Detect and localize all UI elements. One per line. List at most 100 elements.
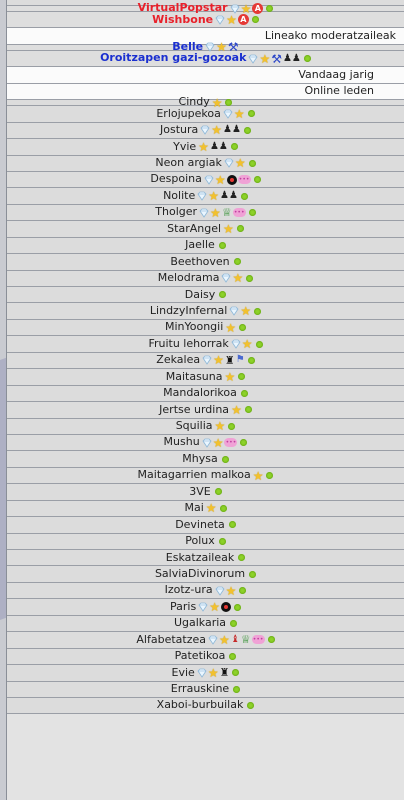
member-badges: ★ [230,338,263,350]
member-name-link[interactable]: LindzyInfernal [150,303,227,319]
member-name-link[interactable]: Mai [184,500,203,516]
member-badges [216,291,227,299]
member-name-link[interactable]: Jaelle [185,237,215,253]
online-dot-icon [240,192,248,200]
online-member-row: Patetikoa [7,648,404,666]
member-badges: ★ ♜ [196,667,240,679]
member-name-link[interactable]: Eskatzaileak [166,550,234,566]
people-icon: ♟♟ [219,190,238,202]
online-dot-icon [251,16,259,24]
member-name-link[interactable]: Devineta [175,517,225,533]
star-icon: ★ [214,419,226,434]
chat-bubble-icon: ••• [251,635,265,645]
online-dot-icon [248,159,256,167]
star-icon: ★ [209,600,220,615]
member-badges [235,554,246,562]
member-badges [231,258,241,266]
member-name-link[interactable]: Erlojupekoa [156,106,221,122]
member-name-link[interactable]: Evie [172,665,195,681]
member-name-link[interactable]: 3VE [189,484,210,500]
member-badges [226,521,236,529]
gavel-icon: ⚒ [271,51,282,66]
online-member-row: Nolite ★ ♟♟ [7,188,404,205]
member-name-link[interactable]: Melodrama [158,270,220,286]
member-badges [216,241,226,249]
online-dot-icon [214,488,222,496]
diamond-icon [224,158,234,168]
member-name-link[interactable]: Jertse urdina [159,402,229,418]
star-icon: ★ [212,435,224,450]
member-name-link[interactable]: Mandalorikoa [163,385,237,401]
member-badges [216,537,226,545]
member-name-link[interactable]: Jostura [160,122,198,138]
member-name-link[interactable]: Fruitu lehorrak [148,336,228,352]
member-name-link[interactable]: Paris [170,599,196,615]
member-name-link[interactable]: Nolite [163,188,195,204]
online-members-list: Cindy ★ Erlojupekoa ★ Jostura ★ ♟♟ Yvie ★ ♟♟ Neon … [7,95,404,715]
member-name-link[interactable]: Alfabetatzea [136,632,206,648]
member-name-link[interactable]: Patetikoa [175,648,226,664]
star-icon: ★ [214,172,226,187]
admin-icon: A [237,14,249,26]
online-dot-icon [240,439,248,447]
star-icon: ★ [205,501,217,516]
online-dot-icon [233,685,241,693]
member-name-link[interactable]: Beethoven [170,254,229,270]
member-name-link[interactable]: Oroitzapen gazi-gozoak [100,50,246,66]
online-dot-icon [243,126,251,134]
member-name-link[interactable]: Wishbone [152,12,213,28]
member-badges: ★ [197,601,241,613]
member-name-link[interactable]: Squilia [176,418,213,434]
member-name-link[interactable]: Polux [185,533,215,549]
member-name-link[interactable]: Zekalea [156,352,200,368]
chat-bubble-icon: ••• [232,208,246,218]
member-name-link[interactable]: SalviaDivinorum [155,566,245,582]
online-member-row: Melodrama ★ [7,270,404,287]
online-member-row: Errauskine [7,681,404,698]
guard-icon: ♝ [230,633,240,645]
chess-icon: ♜ [219,666,230,680]
member-name-link[interactable]: StarAngel [167,221,221,237]
member-name-link[interactable]: MinYoongii [165,319,223,335]
online-header-label: Online leden [304,84,374,98]
member-name-link[interactable]: Maitagarrien malkoa [138,467,251,483]
member-badges: ★ [228,305,262,317]
diamond-icon [197,668,207,678]
member-name-link[interactable]: Ugalkaria [174,615,226,631]
member-name-link[interactable]: Mushu [164,434,200,450]
member-name-link[interactable]: Yvie [173,139,196,155]
online-dot-icon [244,406,252,414]
online-dot-icon [218,537,226,545]
member-name-link[interactable]: Xaboi-burbuilak [157,697,244,713]
member-name-link[interactable]: Izotz-ura [165,582,213,598]
moderator-row: Oroitzapen gazi-gozoak ★ ⚒ ♟♟ [7,50,404,68]
member-badges: ★ [214,585,247,597]
online-dot-icon [247,110,255,118]
star-icon: ★ [198,139,209,154]
diamond-icon [215,586,225,596]
chat-bubble-icon: ••• [237,175,251,185]
member-badges: ★ [252,470,274,482]
member-name-link[interactable]: Errauskine [171,681,229,697]
online-dot-icon [255,340,263,348]
member-badges: ★ A [214,14,259,26]
online-dot-icon [238,554,246,562]
member-badges [238,389,248,397]
diamond-icon [230,4,240,14]
online-member-row: Erlojupekoa ★ [7,106,404,123]
star-icon: ★ [207,665,219,680]
online-member-row: Xaboi-burbuilak [7,697,404,715]
member-name-link[interactable]: Tholger [155,204,197,220]
online-member-row: Maitagarrien malkoa ★ [7,467,404,485]
member-name-link[interactable]: Despoina [150,171,201,187]
member-name-link[interactable]: Neon argiak [155,155,221,171]
member-badges [219,455,229,463]
record-icon [220,602,231,613]
member-name-link[interactable]: Mhysa [182,451,217,467]
online-dot-icon [221,455,229,463]
member-name-link[interactable]: Maitasuna [166,369,223,385]
online-dot-icon [228,521,236,529]
member-name-link[interactable]: Daisy [185,287,216,303]
star-icon: ★ [232,271,244,286]
online-dot-icon [248,209,256,217]
